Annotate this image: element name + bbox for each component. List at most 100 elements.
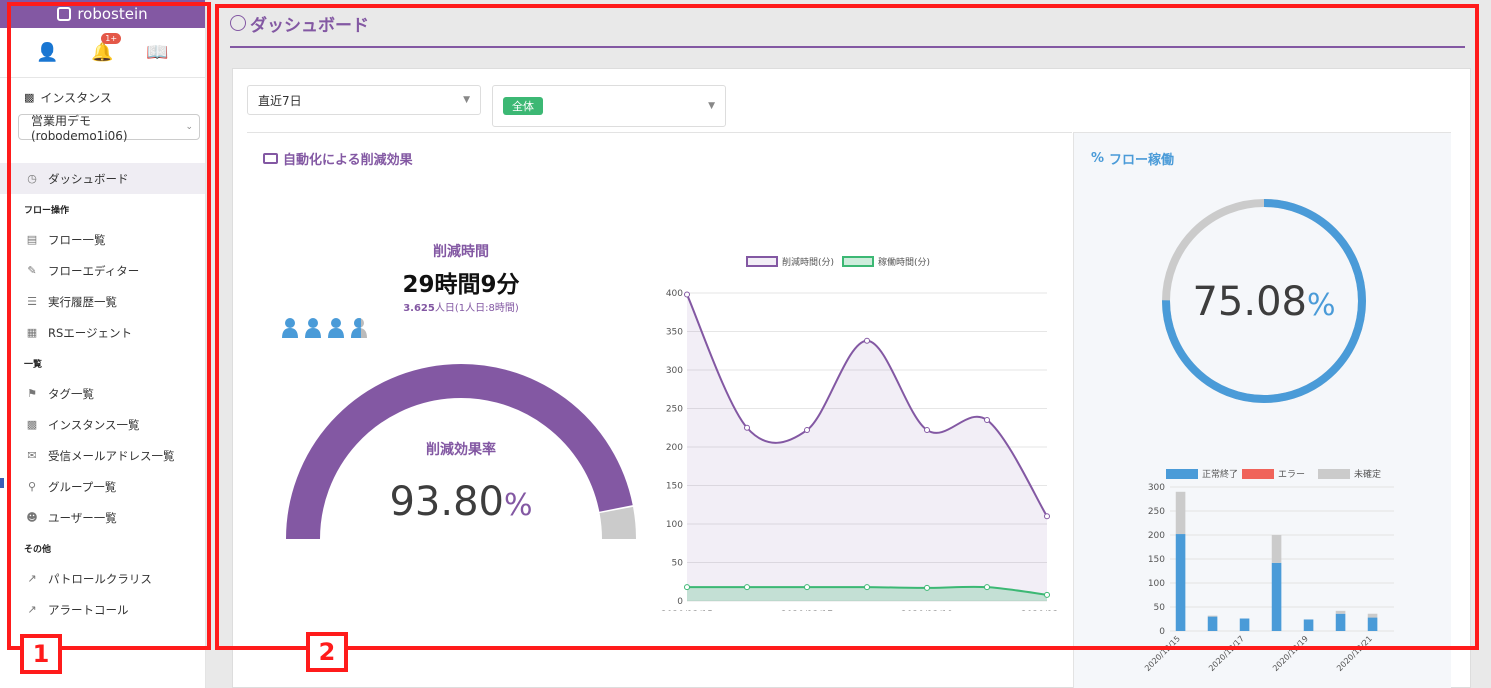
- sidebar-item-label: アラートコール: [48, 602, 129, 617]
- sidebar-item-mail-list[interactable]: ✉ 受信メールアドレス一覧: [0, 440, 205, 471]
- bar-y-tick-label: 300: [1148, 483, 1165, 493]
- person-icon: [282, 318, 298, 338]
- bar-segment: [1175, 491, 1186, 535]
- instance-heading-label: インスタンス: [40, 90, 112, 105]
- user-outline-icon: ☻: [26, 511, 38, 524]
- flow-status-bar-chart: 0 50 100 150 200 250 300 2020/12/15 2020/12/17 20…: [1143, 468, 1394, 673]
- bar-legend-label: エラー: [1278, 469, 1305, 480]
- brand-bar[interactable]: robostein: [0, 0, 205, 28]
- sidebar-item-patrol[interactable]: ↗ パトロールクラリス: [0, 563, 205, 594]
- bar-segment: [1175, 534, 1186, 631]
- instance-select-value: 営業用デモ(robodemo1i06): [31, 113, 128, 143]
- line-data-point: [744, 424, 750, 431]
- sidebar-item-history[interactable]: ☰ 実行履歴一覧: [0, 286, 205, 317]
- bar-y-tick-label: 150: [1148, 555, 1165, 565]
- bell-icon[interactable]: 🔔 1+: [91, 33, 122, 63]
- flow-rate-unit: %: [1307, 288, 1336, 323]
- book-icon[interactable]: 📖: [146, 42, 168, 63]
- line-y-tick-label: 150: [666, 482, 683, 492]
- reduction-panel-title: 自動化による削減効果: [263, 149, 413, 168]
- sidebar-item-instance-list[interactable]: ▩ インスタンス一覧: [0, 409, 205, 440]
- sidebar-item-label: 受信メールアドレス一覧: [48, 448, 175, 463]
- user-icon[interactable]: 👤: [36, 42, 58, 63]
- instance-select[interactable]: 営業用デモ(robodemo1i06) ⌄: [18, 113, 200, 143]
- sidebar-item-tag-list[interactable]: ⚑ タグ一覧: [0, 378, 205, 409]
- bar-x-tick-label: 2020/12/19: [1271, 634, 1310, 673]
- nav-section-other: その他: [24, 544, 52, 555]
- annotation-label-2: 2: [306, 632, 348, 672]
- sidebar-item-flow-list[interactable]: ▤ フロー一覧: [0, 224, 205, 255]
- pencil-icon: ✎: [27, 264, 37, 277]
- scope-tag[interactable]: 全体: [503, 97, 543, 115]
- period-select-value: 直近7日: [258, 93, 302, 108]
- line-x-tick-label: 2020/12/21: [1021, 610, 1057, 611]
- sidebar-nav: ◷ ダッシュボード フロー操作 ▤ フロー一覧 ✎ フローエディター ☰ 実行履…: [0, 163, 205, 625]
- external-link-icon: ↗: [27, 572, 37, 585]
- sidebar-item-label: RSエージェント: [48, 325, 133, 340]
- line-data-point: [1044, 591, 1050, 598]
- external-link-icon: ↗: [27, 603, 37, 616]
- line-y-tick-label: 50: [672, 559, 684, 569]
- line-y-tick-label: 100: [666, 520, 683, 530]
- line-data-point: [924, 427, 930, 434]
- person-partial-icon: [351, 318, 367, 338]
- bar-legend-swatch: [1166, 469, 1198, 479]
- instance-heading: ▩ インスタンス: [0, 78, 205, 106]
- line-y-tick-label: 300: [666, 366, 683, 376]
- dashboard-icon: ◷: [27, 172, 37, 185]
- flow-operation-title-text: フロー稼働: [1109, 153, 1175, 168]
- percent-icon: %: [1091, 151, 1105, 166]
- dashboard-icon: [230, 15, 246, 31]
- bar-segment: [1335, 613, 1346, 631]
- bar-legend-swatch: [1318, 469, 1350, 479]
- person-days: 3.625人日(1人日:8時間): [341, 299, 581, 314]
- line-legend-label: 稼働時間(分): [878, 256, 930, 268]
- reduction-panel-title-text: 自動化による削減効果: [283, 153, 413, 168]
- line-x-tick-label: 2020/12/15: [661, 610, 713, 611]
- scope-select[interactable]: 全体 ▼: [492, 85, 726, 127]
- sidebar-item-flow-editor[interactable]: ✎ フローエディター: [0, 255, 205, 286]
- bar-segment: [1335, 610, 1346, 614]
- line-x-tick-label: 2020/12/17: [781, 610, 833, 611]
- rate-label: 削減効果率: [426, 442, 496, 458]
- line-y-tick-label: 200: [666, 443, 683, 453]
- person-days-value: 3.625: [403, 303, 435, 314]
- cubes-icon: ▩: [26, 418, 38, 431]
- sidebar-item-alert[interactable]: ↗ アラートコール: [0, 594, 205, 625]
- bar-segment: [1303, 619, 1314, 631]
- tags-icon: ⚑: [27, 387, 37, 400]
- line-data-point: [1044, 513, 1050, 520]
- line-y-tick-label: 0: [677, 597, 683, 607]
- reduction-panel: 自動化による削減効果 削減時間 29時間9分 3.625人日(1人日:8時間): [247, 132, 1072, 688]
- bar-legend-swatch: [1242, 469, 1274, 479]
- main-content: ダッシュボード 直近7日 ▼ 全体 ▼ 自動化による削減効果 削減時間 29時間…: [206, 0, 1491, 688]
- sidebar-item-label: グループ一覧: [48, 479, 117, 494]
- line-data-point: [864, 337, 870, 344]
- monitor-icon: [263, 153, 278, 164]
- envelope-icon: ✉: [27, 449, 37, 462]
- line-data-point: [684, 584, 690, 591]
- brand-name: robostein: [77, 5, 148, 23]
- person-icon: [305, 318, 321, 338]
- bar-y-tick-label: 100: [1148, 579, 1165, 589]
- nav-section-lists: 一覧: [24, 359, 43, 370]
- bar-segment: [1207, 615, 1218, 617]
- dashboard-card: 直近7日 ▼ 全体 ▼ 自動化による削減効果 削減時間 29時間9分 3.625…: [232, 68, 1471, 688]
- period-select[interactable]: 直近7日 ▼: [247, 85, 481, 115]
- line-y-tick-label: 350: [666, 328, 683, 338]
- bar-segment: [1367, 613, 1378, 618]
- reduction-time-value: 29時間9分: [402, 272, 520, 298]
- sidebar-item-user-list[interactable]: ☻ ユーザー一覧: [0, 502, 205, 533]
- sidebar-item-rs-agent[interactable]: ▦ RSエージェント: [0, 317, 205, 348]
- line-data-point: [804, 427, 810, 434]
- sidebar-item-label: ダッシュボード: [48, 171, 129, 186]
- sidebar-item-group-list[interactable]: ⚲ グループ一覧: [0, 471, 205, 502]
- reduction-time-label: 削減時間: [433, 244, 489, 260]
- list-icon: ☰: [27, 295, 37, 308]
- line-data-point: [984, 584, 990, 591]
- sidebar-item-dashboard[interactable]: ◷ ダッシュボード: [0, 163, 205, 194]
- person-icon: [328, 318, 344, 338]
- bar-segment: [1207, 616, 1218, 631]
- page-header: ダッシュボード: [230, 0, 1465, 48]
- person-days-suffix: 人日(1人日:8時間): [434, 303, 519, 314]
